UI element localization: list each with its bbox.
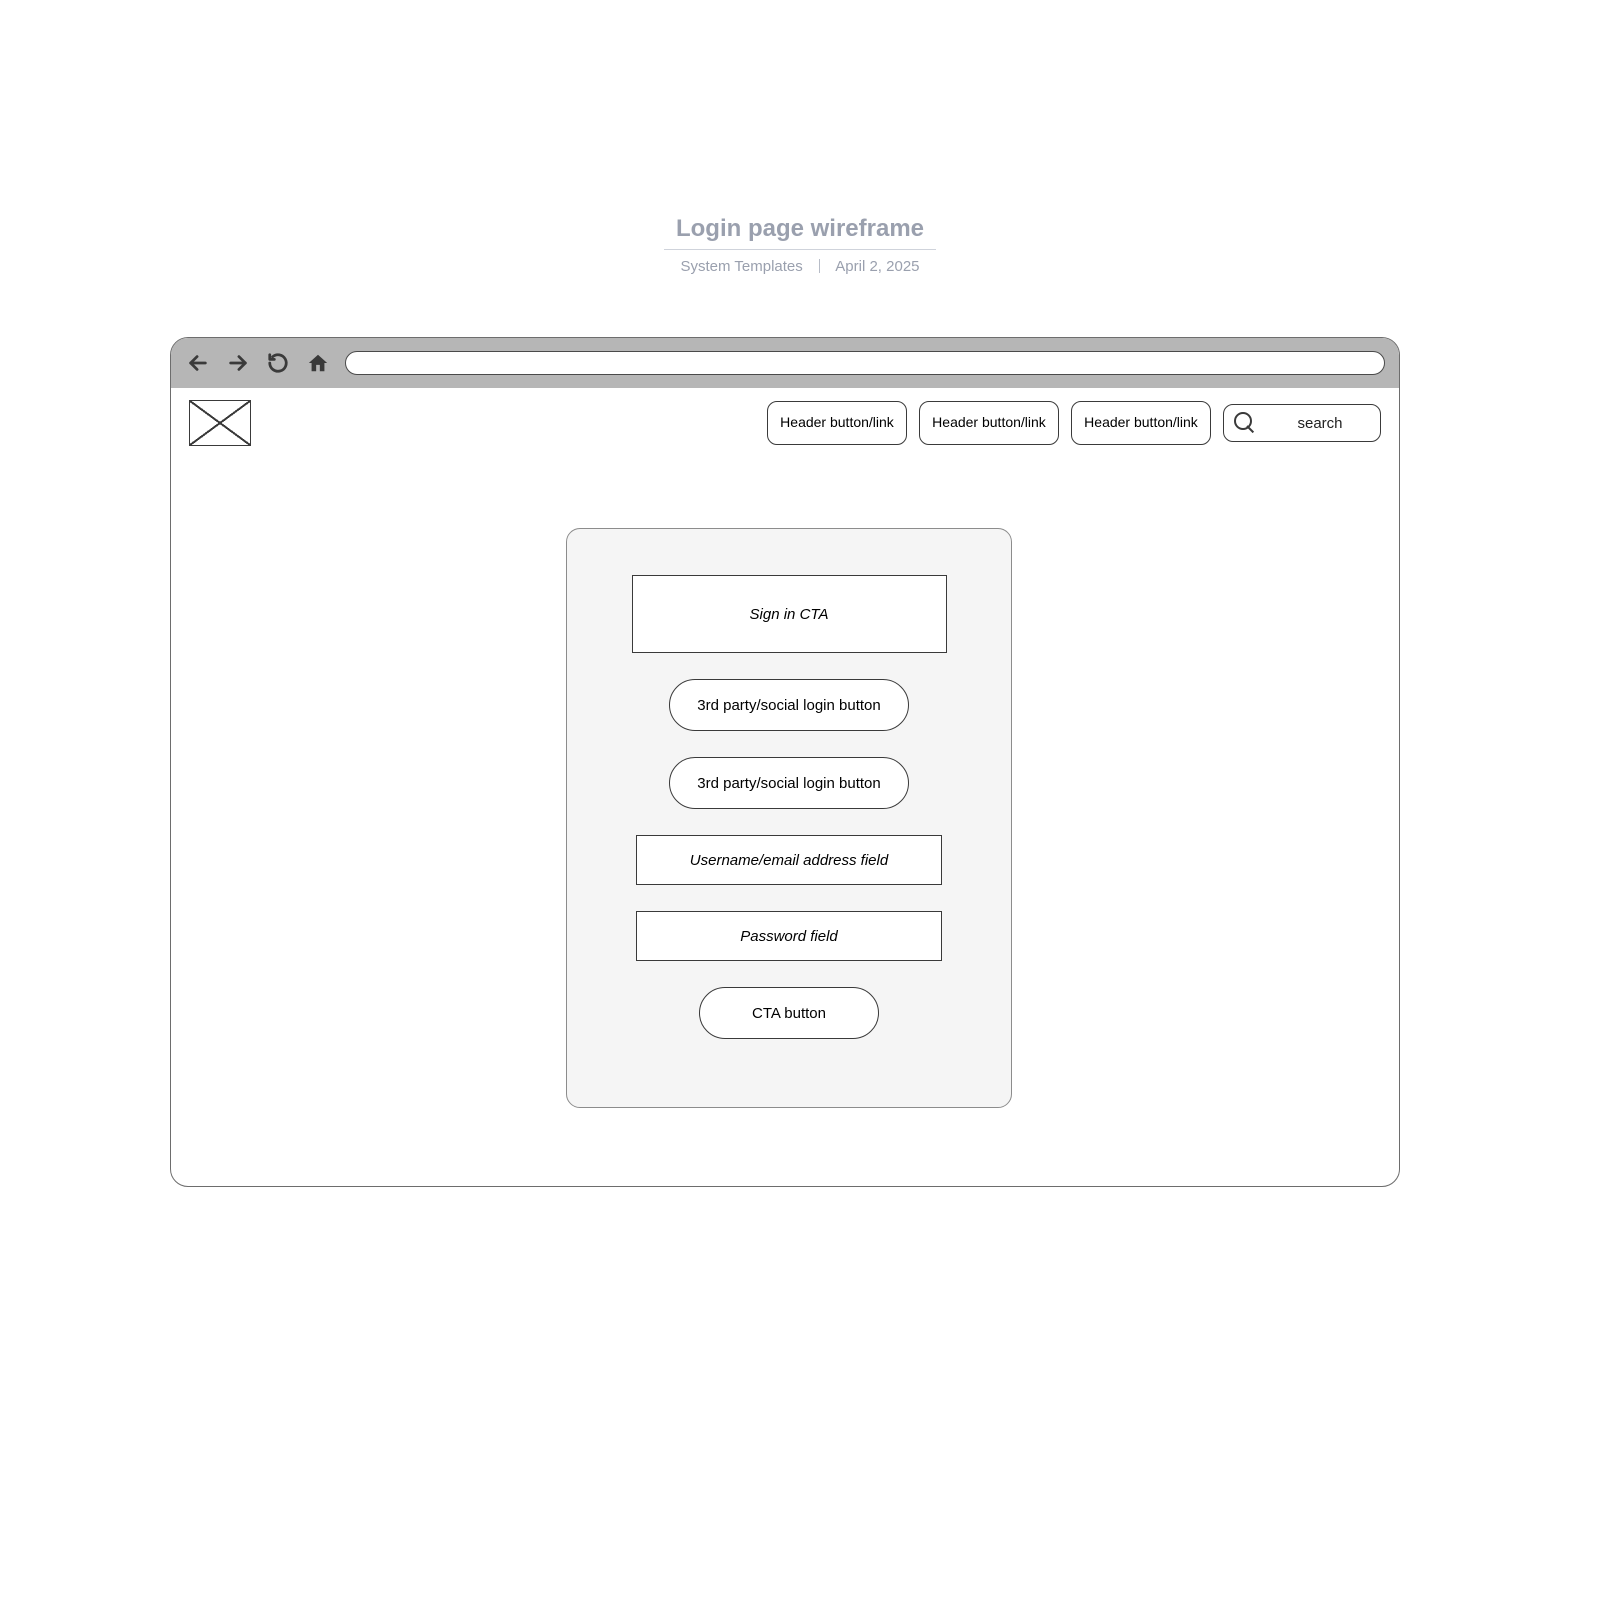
document-title-block: Login page wireframe System Templates Ap…: [0, 215, 1600, 275]
divider: [819, 259, 820, 273]
search-placeholder: search: [1270, 415, 1370, 432]
search-icon: [1234, 412, 1256, 434]
signin-cta-text: Sign in CTA: [750, 606, 829, 623]
password-field[interactable]: Password field: [636, 911, 942, 961]
social-login-label: 3rd party/social login button: [697, 775, 880, 792]
browser-window: Header button/link Header button/link He…: [170, 337, 1400, 1187]
header-button-label: Header button/link: [1084, 414, 1198, 432]
page-header: Header button/link Header button/link He…: [171, 388, 1399, 446]
social-login-button-2[interactable]: 3rd party/social login button: [669, 757, 909, 809]
forward-icon[interactable]: [225, 350, 251, 376]
username-field[interactable]: Username/email address field: [636, 835, 942, 885]
username-placeholder: Username/email address field: [690, 852, 888, 869]
cta-button[interactable]: CTA button: [699, 987, 879, 1039]
back-icon[interactable]: [185, 350, 211, 376]
header-button-3[interactable]: Header button/link: [1071, 401, 1211, 445]
logo-placeholder: [189, 400, 251, 446]
signin-cta-banner: Sign in CTA: [632, 575, 947, 653]
document-author: System Templates: [680, 258, 802, 275]
social-login-button-1[interactable]: 3rd party/social login button: [669, 679, 909, 731]
home-icon[interactable]: [305, 350, 331, 376]
browser-toolbar: [171, 338, 1399, 388]
social-login-label: 3rd party/social login button: [697, 697, 880, 714]
search-input[interactable]: search: [1223, 404, 1381, 442]
document-title: Login page wireframe: [664, 215, 936, 250]
header-button-label: Header button/link: [780, 414, 894, 432]
header-button-2[interactable]: Header button/link: [919, 401, 1059, 445]
login-card: Sign in CTA 3rd party/social login butto…: [566, 528, 1012, 1108]
document-subtitle: System Templates April 2, 2025: [0, 258, 1600, 275]
header-button-label: Header button/link: [932, 414, 1046, 432]
reload-icon[interactable]: [265, 350, 291, 376]
header-button-1[interactable]: Header button/link: [767, 401, 907, 445]
password-placeholder: Password field: [740, 928, 838, 945]
url-bar[interactable]: [345, 351, 1385, 375]
cta-button-label: CTA button: [752, 1005, 826, 1022]
document-date: April 2, 2025: [835, 258, 919, 275]
